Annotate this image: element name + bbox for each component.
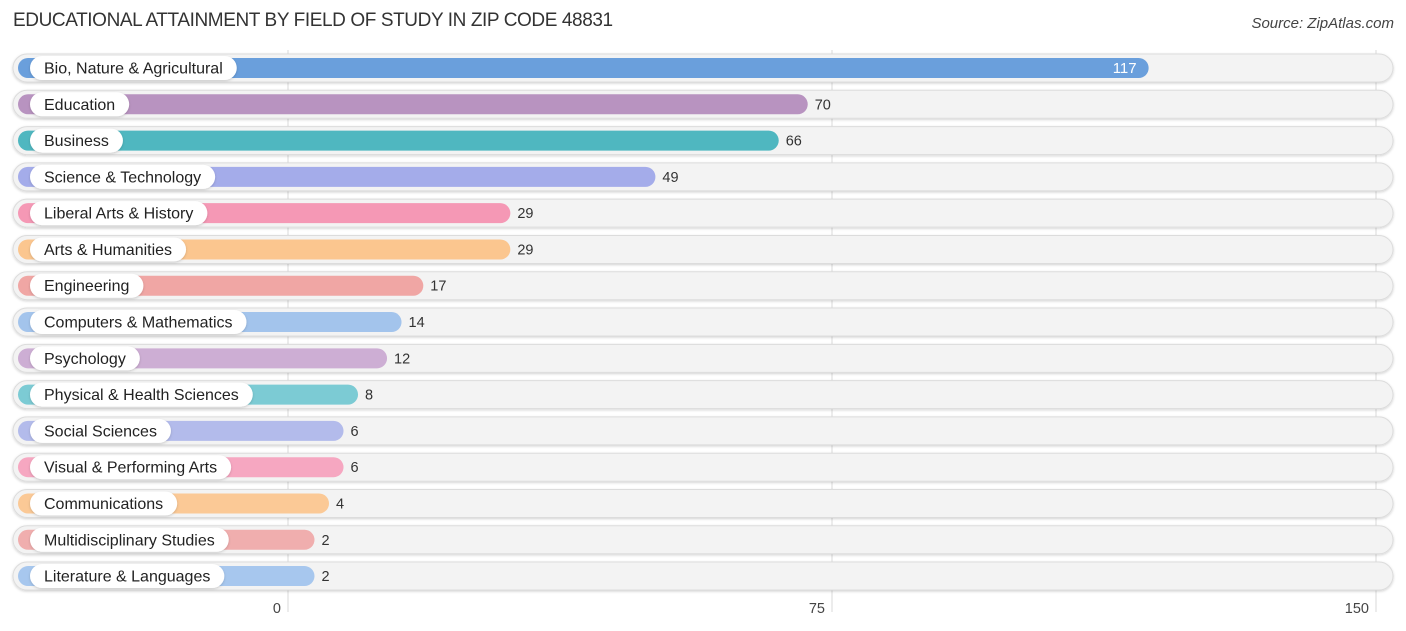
category-label: Education xyxy=(44,97,115,114)
x-tick-label: 150 xyxy=(1345,601,1369,617)
value-label: 2 xyxy=(322,533,330,549)
bar-row: Multidisciplinary Studies 2 xyxy=(12,525,1394,555)
value-label: 14 xyxy=(409,315,425,331)
value-label: 117 xyxy=(1113,60,1137,77)
value-label: 4 xyxy=(336,496,344,512)
category-label: Bio, Nature & Agricultural xyxy=(44,61,223,78)
category-label: Computers & Mathematics xyxy=(44,315,233,332)
bar-rows: Bio, Nature & Agricultural 117 Education 70… xyxy=(12,53,1394,591)
bar-row: Psychology 12 xyxy=(12,343,1394,373)
category-label: Communications xyxy=(44,496,163,513)
category-label: Business xyxy=(44,133,109,150)
bar xyxy=(18,94,808,115)
x-tick-label: 0 xyxy=(273,601,281,617)
value-label: 29 xyxy=(517,242,533,258)
bar xyxy=(18,130,779,151)
value-label: 8 xyxy=(365,388,373,404)
bar-row: Visual & Performing Arts 6 xyxy=(12,452,1394,482)
value-label: 6 xyxy=(351,424,359,440)
category-label: Physical & Health Sciences xyxy=(44,387,239,404)
value-label: 66 xyxy=(786,134,802,150)
value-label: 29 xyxy=(517,206,533,222)
bar-row: Bio, Nature & Agricultural 117 xyxy=(12,53,1394,83)
category-label: Liberal Arts & History xyxy=(44,206,193,223)
bar-row: Computers & Mathematics 14 xyxy=(12,307,1394,337)
value-label: 6 xyxy=(351,460,359,476)
bar-row: Arts & Humanities 29 xyxy=(12,234,1394,264)
category-label: Psychology xyxy=(44,351,126,368)
value-label: 12 xyxy=(394,351,410,367)
value-label: 17 xyxy=(430,279,446,295)
category-label: Science & Technology xyxy=(44,169,201,186)
category-label: Social Sciences xyxy=(44,423,157,440)
value-label: 70 xyxy=(815,97,831,113)
category-label: Visual & Performing Arts xyxy=(44,460,217,477)
value-label: 49 xyxy=(662,170,678,186)
bar-row: Communications 4 xyxy=(12,488,1394,518)
bar-row: Business 66 xyxy=(12,126,1394,156)
bar-row: Education 70 xyxy=(12,89,1394,119)
category-label: Multidisciplinary Studies xyxy=(44,532,215,549)
x-axis-ticks: 0 75 150 xyxy=(273,601,1369,617)
bar-row: Engineering 17 xyxy=(12,271,1394,301)
category-label: Literature & Languages xyxy=(44,569,210,586)
value-label: 2 xyxy=(322,569,330,585)
bar-row: Social Sciences 6 xyxy=(12,416,1394,446)
x-tick-label: 75 xyxy=(809,601,825,617)
category-label: Engineering xyxy=(44,278,129,295)
category-label: Arts & Humanities xyxy=(44,242,172,259)
bar-chart: Bio, Nature & Agricultural 117 Education 70… xyxy=(12,50,1394,617)
bar-row: Literature & Languages 2 xyxy=(12,561,1394,591)
bar-row: Science & Technology 49 xyxy=(12,162,1394,192)
bar-row: Liberal Arts & History 29 xyxy=(12,198,1394,228)
bar-row: Physical & Health Sciences 8 xyxy=(12,380,1394,410)
